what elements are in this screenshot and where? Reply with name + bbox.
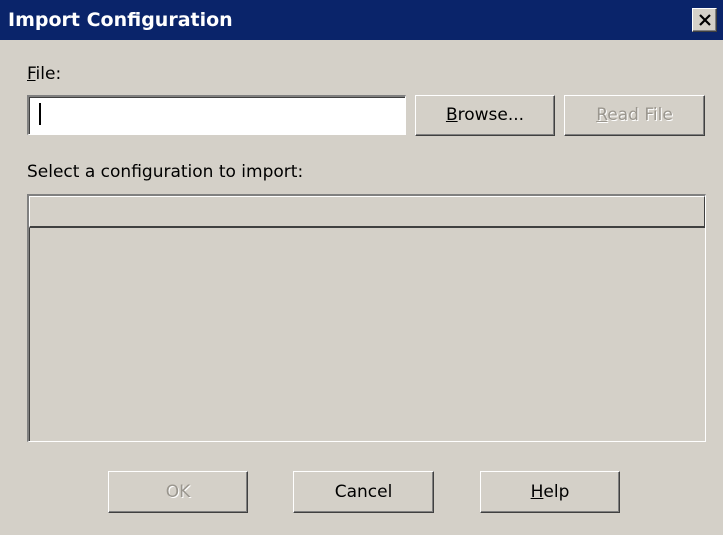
help-label: elp — [543, 482, 570, 502]
browse-label: rowse... — [457, 105, 525, 125]
cancel-button[interactable]: Cancel — [293, 471, 434, 513]
ok-button[interactable]: OK — [108, 471, 248, 513]
import-configuration-dialog: Import Configuration File: Browse... Rea… — [0, 0, 723, 535]
help-button[interactable]: Help — [480, 471, 620, 513]
file-label-text: ile: — [35, 64, 62, 84]
file-label: File: — [27, 64, 61, 84]
help-accesskey: H — [530, 482, 544, 502]
read-file-label: ead File — [607, 105, 673, 125]
read-file-button[interactable]: Read File — [564, 95, 705, 136]
read-file-accesskey: R — [596, 105, 608, 125]
file-label-accesskey: F — [27, 64, 36, 84]
close-icon — [699, 14, 711, 26]
file-path-input[interactable] — [27, 95, 406, 135]
close-button[interactable] — [692, 8, 717, 32]
browse-button[interactable]: Browse... — [415, 95, 555, 136]
browse-accesskey: B — [445, 105, 458, 125]
list-column-header[interactable] — [29, 196, 705, 228]
window-title: Import Configuration — [8, 9, 233, 31]
title-bar[interactable]: Import Configuration — [0, 0, 723, 40]
configuration-list-label: Select a configuration to import: — [27, 162, 304, 182]
configuration-list[interactable] — [27, 194, 706, 442]
text-caret — [39, 103, 41, 125]
